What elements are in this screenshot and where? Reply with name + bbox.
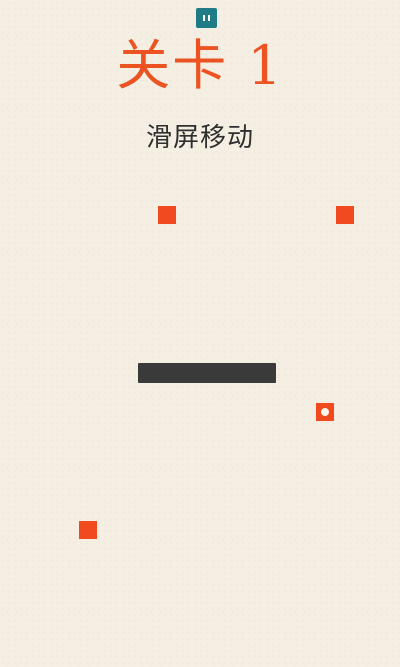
level-title: 关卡 1 bbox=[116, 34, 284, 97]
pause-icon-bar bbox=[208, 15, 210, 21]
target-block bbox=[158, 206, 176, 224]
ball-icon bbox=[321, 408, 329, 416]
target-block bbox=[336, 206, 354, 224]
pause-icon bbox=[203, 15, 205, 21]
paddle[interactable] bbox=[138, 363, 276, 383]
target-block bbox=[79, 521, 97, 539]
instruction-text: 滑屏移动 bbox=[145, 123, 254, 153]
pause-button[interactable] bbox=[196, 8, 217, 28]
ball-block bbox=[316, 403, 334, 421]
